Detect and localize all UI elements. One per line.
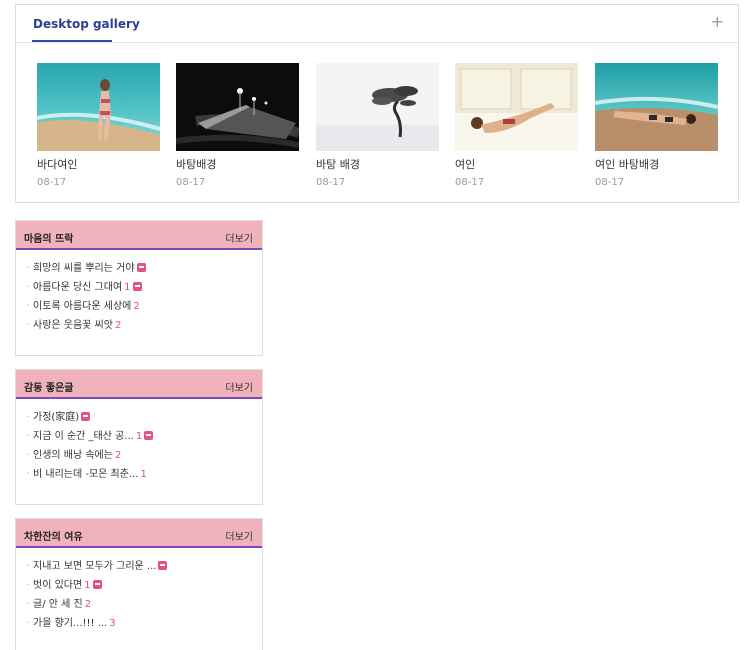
gallery-item[interactable]: 바탕배경 08-17 — [176, 63, 299, 188]
gallery-item[interactable]: 바다여인 08-17 — [37, 63, 160, 188]
gallery-item-date: 08-17 — [37, 177, 67, 188]
gallery-thumbnail-lone-tree[interactable] — [316, 63, 439, 151]
gallery-item-date: 08-17 — [595, 177, 625, 188]
box-title[interactable]: 감동 좋은글 — [24, 379, 73, 394]
list-item[interactable]: · 사랑은 웃음꽃 씨앗 2 — [25, 319, 262, 338]
gallery-item-title[interactable]: 바탕 배경 — [316, 156, 439, 172]
box-header: 차한잔의 여유 더보기 — [16, 519, 262, 548]
post-title[interactable]: 가을 향기...!!! ... — [33, 618, 107, 629]
board-box-gamdong: 감동 좋은글 더보기 · 가정(家庭) · 지금 이 순간 _태산 공... 1 · 인… — [15, 369, 263, 505]
list-item[interactable]: · 지금 이 순간 _태산 공... 1 — [25, 430, 262, 449]
comment-icon — [132, 281, 142, 291]
bullet-icon: · — [26, 320, 30, 331]
comment-icon — [144, 430, 154, 440]
box-header: 마음의 뜨락 더보기 — [16, 221, 262, 250]
comment-count: 2 — [84, 599, 92, 610]
post-title[interactable]: 사랑은 웃음꽃 씨앗 — [33, 320, 113, 331]
list-item[interactable]: · 아름다운 당신 그대여 1 — [25, 281, 262, 300]
plus-icon[interactable]: + — [711, 14, 724, 30]
gallery-item[interactable]: 여인 08-17 — [455, 63, 578, 188]
post-title[interactable]: 글/ 안 세 진 — [33, 599, 83, 610]
gallery-header: Desktop gallery + — [16, 5, 738, 43]
comment-count: 2 — [114, 450, 122, 461]
list-item[interactable]: · 비 내리는데 -모은 최춘... 1 — [25, 468, 262, 487]
list-item[interactable]: · 가을 향기...!!! ... 3 — [25, 617, 262, 636]
list-item[interactable]: · 글/ 안 세 진2 — [25, 598, 262, 617]
bullet-icon: · — [26, 618, 30, 629]
bullet-icon: · — [26, 431, 30, 442]
gallery-item-title[interactable]: 여인 바탕배경 — [595, 156, 718, 172]
comment-count: 2 — [133, 301, 140, 312]
bullet-icon: · — [26, 282, 30, 293]
gallery-title-underline — [32, 40, 112, 42]
box-header: 감동 좋은글 더보기 — [16, 370, 262, 399]
gallery-item-title[interactable]: 여인 — [455, 156, 578, 172]
list-item[interactable]: · 벗이 있다면 1 — [25, 579, 262, 598]
gallery-thumbnail-night-pier[interactable] — [176, 63, 299, 151]
comment-count: 1 — [140, 469, 147, 480]
post-title[interactable]: 인생의 배낭 속에는 — [33, 450, 113, 461]
comment-count: 3 — [109, 618, 116, 629]
gallery-thumbnail-woman-lying[interactable] — [455, 63, 578, 151]
bullet-icon: · — [26, 599, 30, 610]
gallery-item-title[interactable]: 바다여인 — [37, 156, 160, 172]
more-link[interactable]: 더보기 — [225, 379, 253, 394]
bullet-icon: · — [26, 412, 30, 423]
board-box-maeum: 마음의 뜨락 더보기 · 희망의 씨를 뿌리는 거야 · 아름다운 당신 그대여 1 … — [15, 220, 263, 356]
comment-count: 1 — [124, 282, 131, 293]
post-title[interactable]: 지금 이 순간 _태산 공... — [33, 431, 134, 442]
gallery-item-date: 08-17 — [455, 177, 485, 188]
post-list: · 지내고 보면 모두가 그리운 ... · 벗이 있다면 1 · 글/ 안 세 진2 … — [16, 548, 262, 636]
comment-icon — [81, 411, 91, 421]
gallery-item-title[interactable]: 바탕배경 — [176, 156, 299, 172]
bullet-icon: · — [26, 580, 30, 591]
bullet-icon: · — [26, 263, 30, 274]
post-title[interactable]: 가정(家庭) — [33, 412, 79, 423]
comment-count: 2 — [114, 320, 122, 331]
list-item[interactable]: · 인생의 배낭 속에는 2 — [25, 449, 262, 468]
gallery-item[interactable]: 여인 바탕배경 08-17 — [595, 63, 718, 188]
gallery-thumbnail-beach-woman[interactable] — [37, 63, 160, 151]
more-link[interactable]: 더보기 — [225, 230, 253, 245]
bullet-icon: · — [26, 301, 30, 312]
desktop-gallery-panel: Desktop gallery + 바다여인 08-17 바탕배경 08-17 … — [15, 4, 739, 203]
comment-icon — [92, 579, 102, 589]
post-list: · 가정(家庭) · 지금 이 순간 _태산 공... 1 · 인생의 배낭 속에는 2 … — [16, 399, 262, 487]
list-item[interactable]: · 이토록 아름다운 세상에 2 — [25, 300, 262, 319]
bullet-icon: · — [26, 469, 30, 480]
comment-icon — [136, 262, 146, 272]
post-title[interactable]: 비 내리는데 -모은 최춘... — [33, 469, 138, 480]
list-item[interactable]: · 희망의 씨를 뿌리는 거야 — [25, 262, 262, 281]
comment-icon — [158, 560, 168, 570]
list-item[interactable]: · 가정(家庭) — [25, 411, 262, 430]
gallery-item-date: 08-17 — [316, 177, 346, 188]
post-title[interactable]: 벗이 있다면 — [33, 580, 82, 591]
box-title[interactable]: 차한잔의 여유 — [24, 528, 83, 543]
more-link[interactable]: 더보기 — [225, 528, 253, 543]
post-title[interactable]: 지내고 보면 모두가 그리운 ... — [33, 561, 156, 572]
post-title[interactable]: 희망의 씨를 뿌리는 거야 — [33, 263, 135, 274]
box-title[interactable]: 마음의 뜨락 — [24, 230, 73, 245]
post-title[interactable]: 아름다운 당신 그대여 — [33, 282, 122, 293]
bullet-icon: · — [26, 561, 30, 572]
post-title[interactable]: 이토록 아름다운 세상에 — [33, 301, 131, 312]
gallery-thumbnail-beach-reclining[interactable] — [595, 63, 718, 151]
gallery-item[interactable]: 바탕 배경 08-17 — [316, 63, 439, 188]
comment-count: 1 — [135, 431, 143, 442]
bullet-icon: · — [26, 450, 30, 461]
list-item[interactable]: · 지내고 보면 모두가 그리운 ... — [25, 560, 262, 579]
gallery-title[interactable]: Desktop gallery — [33, 17, 140, 31]
gallery-item-date: 08-17 — [176, 177, 206, 188]
post-list: · 희망의 씨를 뿌리는 거야 · 아름다운 당신 그대여 1 · 이토록 아름다운 세… — [16, 250, 262, 338]
comment-count: 1 — [84, 580, 91, 591]
board-box-chahanjan: 차한잔의 여유 더보기 · 지내고 보면 모두가 그리운 ... · 벗이 있다면 1… — [15, 518, 263, 650]
